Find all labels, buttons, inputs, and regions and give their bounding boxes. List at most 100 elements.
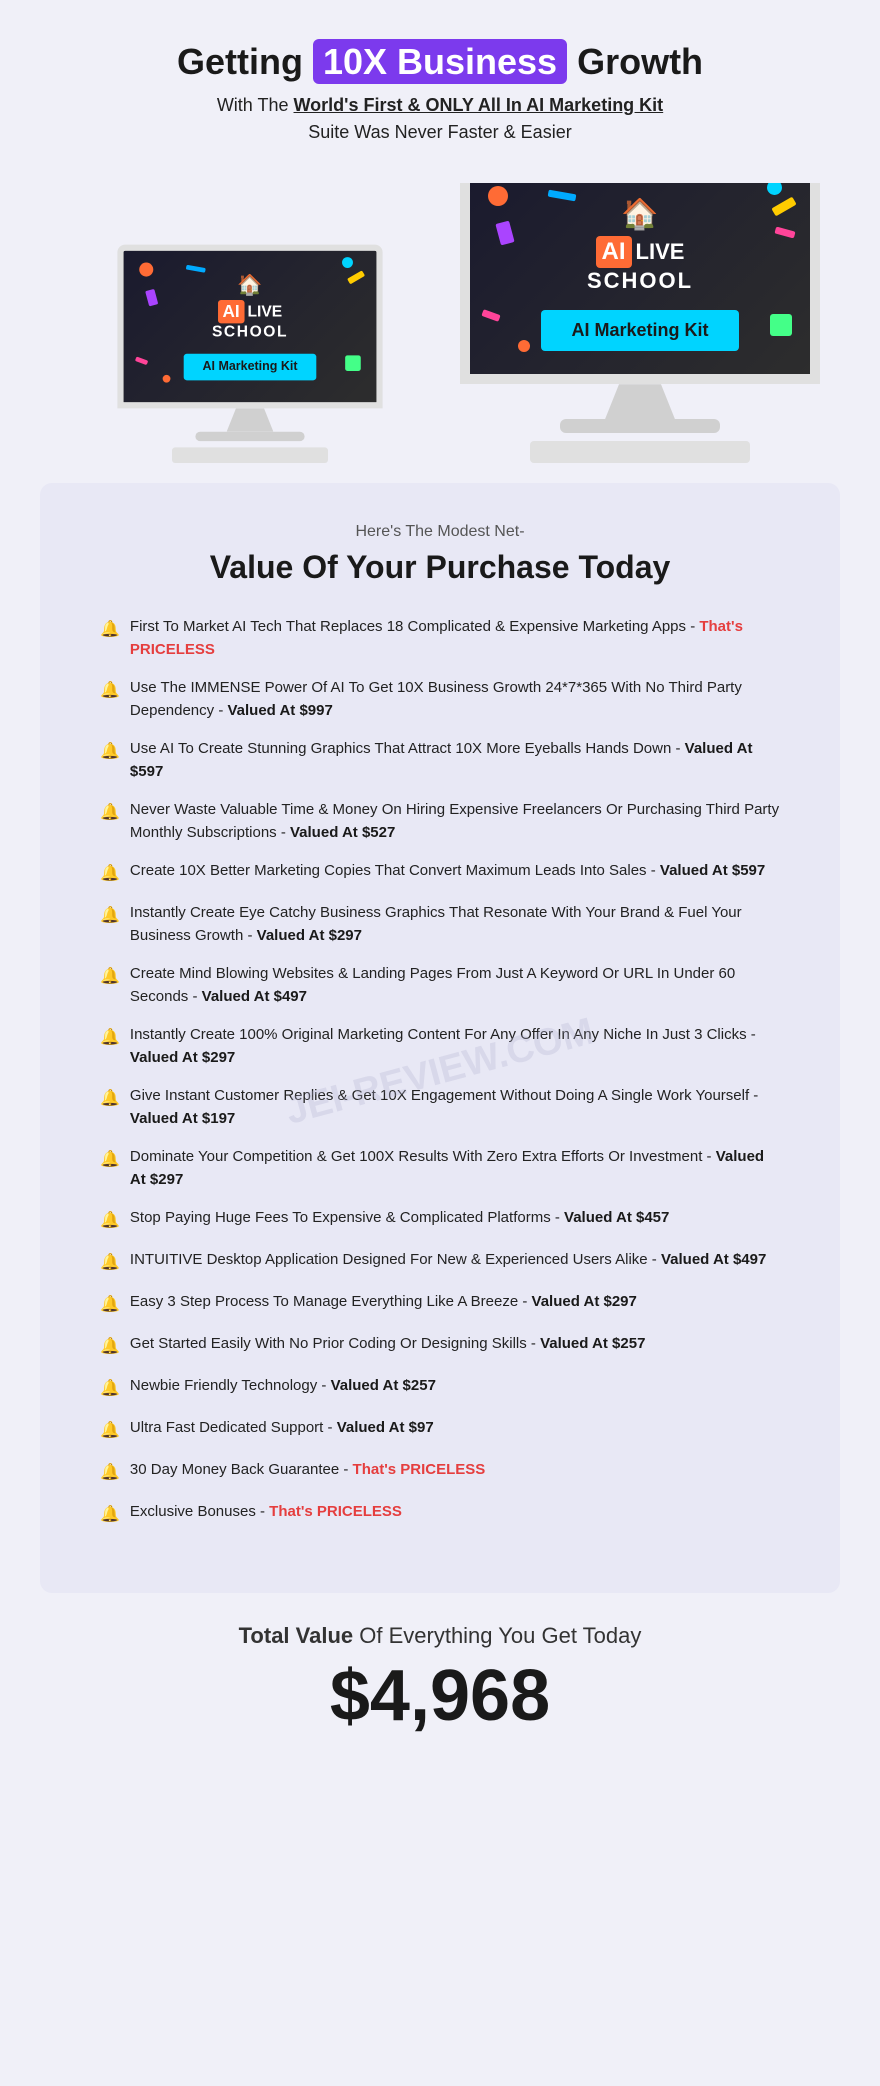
ai-badge-right: AI [596, 236, 632, 268]
valued-tag: Valued At $297 [130, 1148, 764, 1188]
item-text: Instantly Create 100% Original Marketing… [130, 1024, 780, 1069]
value-list: 🔔 First To Market AI Tech That Replaces … [100, 616, 780, 1527]
list-item: 🔔 Easy 3 Step Process To Manage Everythi… [100, 1291, 780, 1317]
title-part1: Getting [177, 41, 313, 82]
item-text: INTUITIVE Desktop Application Designed F… [130, 1249, 766, 1272]
list-item: 🔔 INTUITIVE Desktop Application Designed… [100, 1249, 780, 1275]
item-text: Get Started Easily With No Prior Coding … [130, 1333, 646, 1356]
header-section: Getting 10X Business Growth With The Wor… [0, 0, 880, 183]
list-item: 🔔 Dominate Your Competition & Get 100X R… [100, 1146, 780, 1191]
bell-icon: 🔔 [100, 1419, 120, 1443]
title-part2: Growth [567, 41, 703, 82]
bell-icon: 🔔 [100, 1087, 120, 1111]
valued-tag: Valued At $997 [227, 702, 332, 719]
subtitle-part1: With The [217, 95, 294, 115]
bell-icon: 🔔 [100, 862, 120, 886]
valued-tag: Valued At $497 [202, 988, 307, 1005]
right-monitor-logo: 🏠 AI LIVE SCHOOL [587, 197, 693, 294]
bell-icon: 🔔 [100, 618, 120, 642]
list-item: 🔔 Exclusive Bonuses - That's PRICELESS [100, 1501, 780, 1527]
monitors-section: 🏠 AI LIVE SCHOOL AI Marketing Kit [0, 183, 880, 463]
list-item: 🔔 Never Waste Valuable Time & Money On H… [100, 799, 780, 844]
bell-icon: 🔔 [100, 1251, 120, 1275]
valued-tag: Valued At $297 [532, 1293, 637, 1310]
valued-tag: Valued At $197 [130, 1110, 235, 1127]
list-item: 🔔 Get Started Easily With No Prior Codin… [100, 1333, 780, 1359]
bell-icon: 🔔 [100, 1293, 120, 1317]
list-item: 🔔 Use The IMMENSE Power Of AI To Get 10X… [100, 677, 780, 722]
bell-icon: 🔔 [100, 1209, 120, 1233]
item-text: Use AI To Create Stunning Graphics That … [130, 738, 780, 783]
bell-icon: 🔔 [100, 1335, 120, 1359]
list-item: 🔔 Create 10X Better Marketing Copies Tha… [100, 860, 780, 886]
item-text: Give Instant Customer Replies & Get 10X … [130, 1085, 780, 1130]
list-item: 🔔 Stop Paying Huge Fees To Expensive & C… [100, 1207, 780, 1233]
priceless-tag: That's PRICELESS [353, 1461, 486, 1478]
item-text: Exclusive Bonuses - That's PRICELESS [130, 1501, 402, 1524]
left-monitor-logo: 🏠 AI LIVE SCHOOL [212, 273, 288, 342]
value-list-container: JEI-REVIEW.COM 🔔 First To Market AI Tech… [100, 616, 780, 1527]
bell-icon: 🔔 [100, 1377, 120, 1401]
right-monitor: 🏠 AI LIVE SCHOOL AI Marketing Kit [460, 183, 820, 463]
item-text: Newbie Friendly Technology - Valued At $… [130, 1375, 436, 1398]
total-label: Total Value Of Everything You Get Today [60, 1623, 820, 1649]
item-text: Stop Paying Huge Fees To Expensive & Com… [130, 1207, 669, 1230]
valued-tag: Valued At $257 [331, 1377, 436, 1394]
item-text: Never Waste Valuable Time & Money On Hir… [130, 799, 780, 844]
valued-tag: Valued At $257 [540, 1335, 645, 1352]
item-text: Ultra Fast Dedicated Support - Valued At… [130, 1417, 434, 1440]
right-monitor-screen: 🏠 AI LIVE SCHOOL AI Marketing Kit [460, 183, 820, 384]
priceless-tag: That's PRICELESS [130, 618, 743, 658]
title-highlight: 10X Business [313, 39, 567, 84]
priceless-tag: That's PRICELESS [269, 1503, 402, 1520]
list-item: 🔔 Instantly Create Eye Catchy Business G… [100, 902, 780, 947]
list-item: 🔔 30 Day Money Back Guarantee - That's P… [100, 1459, 780, 1485]
subtitle2: Suite Was Never Faster & Easier [60, 122, 820, 143]
item-text: Easy 3 Step Process To Manage Everything… [130, 1291, 637, 1314]
left-monitor-screen: 🏠 AI LIVE SCHOOL AI Marketing Kit [117, 245, 382, 409]
valued-tag: Valued At $597 [130, 740, 753, 780]
item-text: Create Mind Blowing Websites & Landing P… [130, 963, 780, 1008]
subtitle: With The World's First & ONLY All In AI … [60, 95, 820, 116]
list-item: 🔔 Give Instant Customer Replies & Get 10… [100, 1085, 780, 1130]
bell-icon: 🔔 [100, 965, 120, 989]
subtitle-underline: World's First & ONLY All In AI Marketing… [294, 95, 664, 115]
list-item: 🔔 Newbie Friendly Technology - Valued At… [100, 1375, 780, 1401]
bell-icon: 🔔 [100, 1148, 120, 1172]
list-item: 🔔 Instantly Create 100% Original Marketi… [100, 1024, 780, 1069]
valued-tag: Valued At $297 [130, 1049, 235, 1066]
bell-icon: 🔔 [100, 679, 120, 703]
list-item: 🔔 Create Mind Blowing Websites & Landing… [100, 963, 780, 1008]
item-text: Create 10X Better Marketing Copies That … [130, 860, 765, 883]
valued-tag: Valued At $457 [564, 1209, 669, 1226]
valued-tag: Valued At $497 [661, 1251, 766, 1268]
valued-tag: Valued At $597 [660, 862, 765, 879]
list-item: 🔔 Ultra Fast Dedicated Support - Valued … [100, 1417, 780, 1443]
bell-icon: 🔔 [100, 740, 120, 764]
bell-icon: 🔔 [100, 904, 120, 928]
ai-badge-left: AI [218, 300, 245, 323]
bell-icon: 🔔 [100, 801, 120, 825]
value-section: Here's The Modest Net- Value Of Your Pur… [40, 483, 840, 1593]
item-text: Instantly Create Eye Catchy Business Gra… [130, 902, 780, 947]
net-value-label: Here's The Modest Net- [100, 523, 780, 541]
value-title: Value Of Your Purchase Today [100, 549, 780, 586]
main-title: Getting 10X Business Growth [60, 40, 820, 83]
right-banner: AI Marketing Kit [541, 310, 738, 351]
valued-tag: Valued At $297 [257, 927, 362, 944]
valued-tag: Valued At $527 [290, 824, 395, 841]
item-text: 30 Day Money Back Guarantee - That's PRI… [130, 1459, 485, 1482]
list-item: 🔔 First To Market AI Tech That Replaces … [100, 616, 780, 661]
total-label-rest: Of Everything You Get Today [353, 1623, 641, 1648]
item-text: First To Market AI Tech That Replaces 18… [130, 616, 780, 661]
valued-tag: Valued At $97 [337, 1419, 434, 1436]
total-section: Total Value Of Everything You Get Today … [0, 1593, 880, 1776]
page-wrapper: Getting 10X Business Growth With The Wor… [0, 0, 880, 1776]
total-price: $4,968 [60, 1657, 820, 1736]
item-text: Dominate Your Competition & Get 100X Res… [130, 1146, 780, 1191]
total-label-bold: Total Value [239, 1623, 354, 1648]
list-item: 🔔 Use AI To Create Stunning Graphics Tha… [100, 738, 780, 783]
left-banner: AI Marketing Kit [184, 354, 316, 381]
item-text: Use The IMMENSE Power Of AI To Get 10X B… [130, 677, 780, 722]
bell-icon: 🔔 [100, 1026, 120, 1050]
